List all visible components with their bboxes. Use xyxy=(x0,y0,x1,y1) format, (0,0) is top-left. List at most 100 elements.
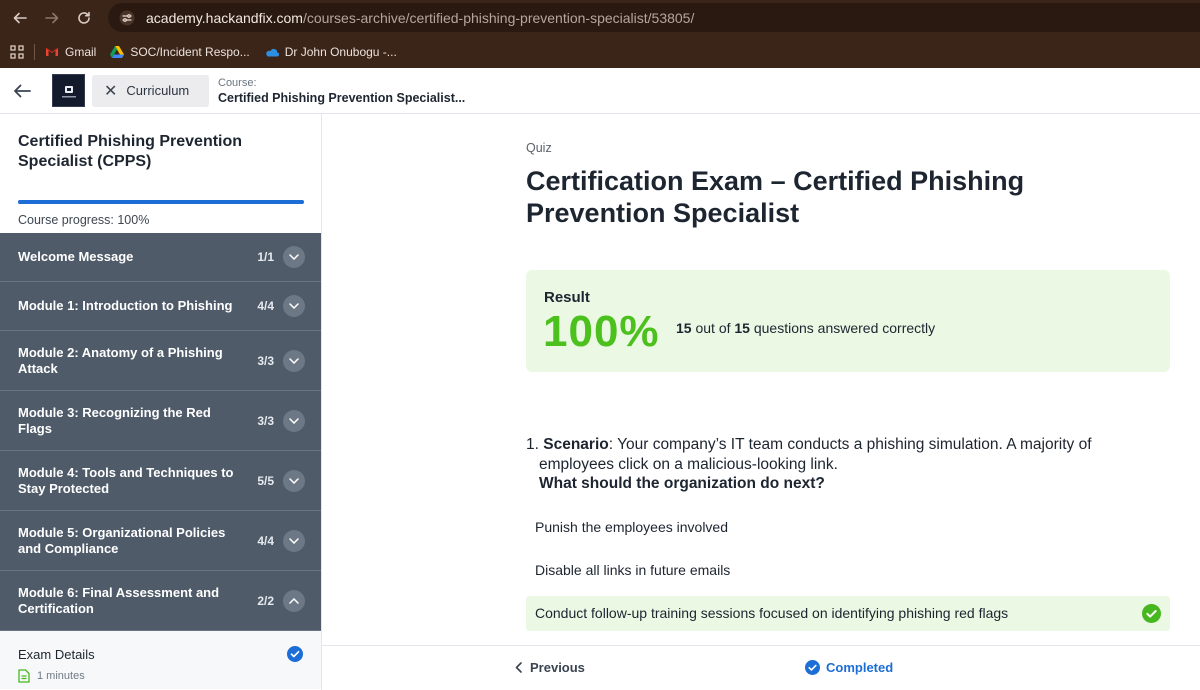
result-correct-count: 15 xyxy=(676,320,692,336)
onedrive-icon xyxy=(264,47,279,57)
completed-label: Completed xyxy=(826,660,894,675)
result-percent: 100% xyxy=(543,307,660,356)
module-count: 4/4 xyxy=(257,299,274,313)
document-icon xyxy=(18,669,30,683)
course-title: Certified Phishing Prevention Specialist… xyxy=(218,90,466,105)
chevron-down-icon[interactable] xyxy=(283,409,305,432)
back-arrow-icon[interactable] xyxy=(0,68,44,114)
google-drive-icon xyxy=(110,45,125,58)
module-count: 3/3 xyxy=(257,353,274,368)
curriculum-label: Curriculum xyxy=(126,83,190,98)
answer-option[interactable]: Punish the employees involved xyxy=(526,510,1170,545)
module-count: 2/2 xyxy=(257,593,274,608)
previous-button[interactable]: Previous xyxy=(515,660,585,675)
lesson-footer-nav: Previous Completed xyxy=(322,645,1200,690)
lesson-duration: 1 minutes xyxy=(37,670,85,682)
module-title: Module 6: Final Assessment and Certifica… xyxy=(18,584,220,616)
module-count: 4/4 xyxy=(257,533,274,548)
correct-check-icon xyxy=(1142,603,1161,626)
gmail-icon xyxy=(45,46,59,57)
module-title: Module 2: Anatomy of a Phishing Attack xyxy=(18,344,223,376)
browser-forward-icon[interactable] xyxy=(36,0,68,35)
course-progress-text: Course progress: 100% xyxy=(18,213,150,227)
module-title: Module 3: Recognizing the Red Flags xyxy=(18,404,211,436)
apps-grid-icon[interactable] xyxy=(0,35,34,68)
quiz-question: 1. Scenario: Your company’s IT team cond… xyxy=(526,435,1170,494)
bookmark-soc[interactable]: SOC/Incident Respo... xyxy=(110,44,250,59)
address-bar[interactable]: academy.hackandfix.com/courses-archive/c… xyxy=(108,3,1200,32)
module-title: Module 1: Introduction to Phishing xyxy=(18,298,233,313)
lesson-title: Exam Details xyxy=(18,647,95,662)
lesson-content: Quiz Certification Exam – Certified Phis… xyxy=(322,114,1200,645)
result-label: Result xyxy=(544,289,590,306)
browser-toolbar: academy.hackandfix.com/courses-archive/c… xyxy=(0,0,1200,35)
page-title: Certification Exam – Certified Phishing … xyxy=(526,166,1025,228)
chevron-down-icon[interactable] xyxy=(283,295,305,317)
bookmark-label: Gmail xyxy=(65,44,97,59)
module-title: Module 5: Organizational Policies and Co… xyxy=(18,524,226,556)
question-keyword: Scenario xyxy=(543,436,609,453)
sidebar-lesson-exam-details[interactable]: Exam Details 1 minutes xyxy=(0,631,321,689)
chevron-left-icon xyxy=(515,662,522,673)
question-number: 1. xyxy=(526,436,539,453)
completed-check-icon xyxy=(805,660,820,675)
url-path: /courses-archive/certified-phishing-prev… xyxy=(302,9,695,26)
question-prompt: What should the organization do next? xyxy=(539,475,825,492)
sidebar-module-5[interactable]: Module 5: Organizational Policies and Co… xyxy=(0,511,321,571)
sidebar-course-summary: Certified Phishing Prevention Specialist… xyxy=(0,114,321,233)
close-icon: ✕ xyxy=(104,82,118,100)
sidebar-module-6[interactable]: Module 6: Final Assessment and Certifica… xyxy=(0,571,321,631)
browser-back-icon[interactable] xyxy=(4,0,36,35)
module-count: 1/1 xyxy=(257,250,274,264)
curriculum-sidebar: Certified Phishing Prevention Specialist… xyxy=(0,114,322,690)
answer-text: Punish the employees involved xyxy=(535,519,729,535)
chevron-down-icon[interactable] xyxy=(283,529,305,552)
module-title: Welcome Message xyxy=(18,249,134,264)
site-settings-icon[interactable] xyxy=(114,10,140,26)
bookmark-dr-john[interactable]: Dr John Onubogu -... xyxy=(264,45,397,59)
bookmark-label: Dr John Onubogu -... xyxy=(284,44,397,59)
sidebar-module-3[interactable]: Module 3: Recognizing the Red Flags 3/3 xyxy=(0,391,321,451)
course-progress-bar xyxy=(18,200,304,204)
result-suffix: questions answered correctly xyxy=(753,320,936,336)
bookmarks-bar: Gmail SOC/Incident Respo... Dr John Onub… xyxy=(0,35,1200,68)
quiz-result-card: Result 100% 15 out of 15 questions answe… xyxy=(526,270,1170,372)
academy-logo[interactable] xyxy=(52,74,85,107)
module-count: 3/3 xyxy=(257,413,274,428)
url-host: academy.hackandfix.com xyxy=(146,9,303,26)
chevron-down-icon[interactable] xyxy=(283,469,305,492)
course-info: Course: Certified Phishing Prevention Sp… xyxy=(218,77,465,105)
curriculum-toggle-button[interactable]: ✕ Curriculum xyxy=(92,74,209,107)
sidebar-course-title: Certified Phishing Prevention Specialist… xyxy=(18,133,243,170)
question-text: : Your company’s IT team conducts a phis… xyxy=(539,436,1092,473)
sidebar-module-welcome[interactable]: Welcome Message 1/1 xyxy=(0,233,321,282)
previous-label: Previous xyxy=(530,660,585,675)
sidebar-module-4[interactable]: Module 4: Tools and Techniques to Stay P… xyxy=(0,451,321,511)
lesson-completed-check-icon xyxy=(287,646,303,667)
bookmark-label: SOC/Incident Respo... xyxy=(130,44,250,59)
course-label: Course: xyxy=(218,76,257,89)
completed-button[interactable]: Completed xyxy=(805,660,893,675)
chevron-down-icon[interactable] xyxy=(283,246,305,268)
lesson-meta: 1 minutes xyxy=(18,669,303,683)
sidebar-module-2[interactable]: Module 2: Anatomy of a Phishing Attack 3… xyxy=(0,331,321,391)
answer-option-correct[interactable]: Conduct follow-up training sessions focu… xyxy=(526,595,1170,631)
quiz-panel: Quiz Certification Exam – Certified Phis… xyxy=(526,114,1170,639)
course-header: ✕ Curriculum Course: Certified Phishing … xyxy=(0,68,1200,114)
sidebar-module-1[interactable]: Module 1: Introduction to Phishing 4/4 xyxy=(0,282,321,331)
result-out-of: out of xyxy=(695,320,731,336)
module-title: Module 4: Tools and Techniques to Stay P… xyxy=(18,464,234,496)
answer-list: Punish the employees involved Disable al… xyxy=(526,510,1170,631)
module-count: 5/5 xyxy=(257,473,274,488)
chevron-up-icon[interactable] xyxy=(283,589,305,612)
answer-text: Disable all links in future emails xyxy=(535,562,731,578)
result-total-count: 15 xyxy=(734,320,750,336)
chevron-down-icon[interactable] xyxy=(283,349,305,372)
browser-reload-icon[interactable] xyxy=(68,0,100,35)
quiz-label: Quiz xyxy=(526,141,552,155)
result-summary: 15 out of 15 questions answered correctl… xyxy=(676,320,935,336)
url-text: academy.hackandfix.com/courses-archive/c… xyxy=(146,10,694,26)
answer-option[interactable]: Disable all links in future emails xyxy=(526,553,1170,588)
course-progress-fill xyxy=(18,200,304,204)
bookmark-gmail[interactable]: Gmail xyxy=(45,45,96,59)
